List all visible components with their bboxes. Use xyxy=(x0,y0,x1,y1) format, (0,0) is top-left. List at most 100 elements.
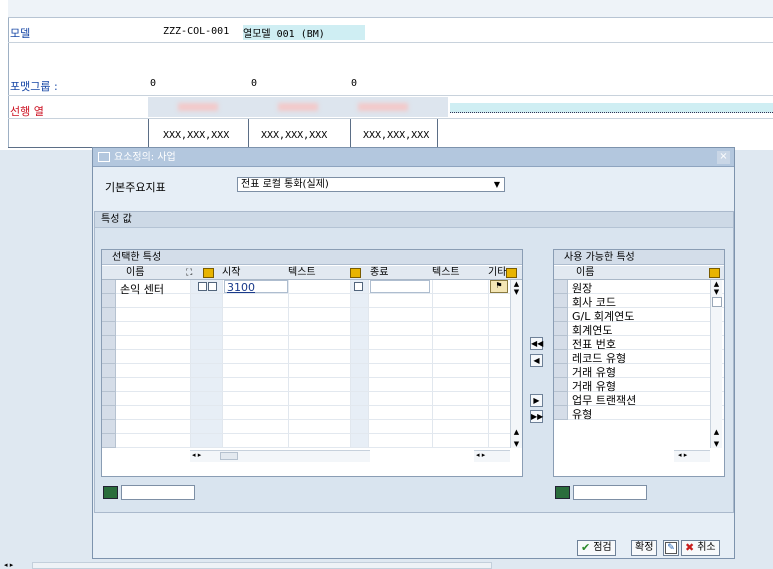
model-name: 열모델 001 (BM) xyxy=(243,25,365,40)
group-title: 특성 값 xyxy=(95,212,733,228)
from-value-input[interactable]: 3100 xyxy=(224,280,288,294)
list-item[interactable]: 거래 유형 xyxy=(554,378,724,393)
col-other[interactable]: 기타 xyxy=(488,266,506,280)
move-all-right-button[interactable]: ▶▶ xyxy=(530,410,543,423)
scroll-thumb[interactable] xyxy=(711,297,722,307)
selected-search-input[interactable] xyxy=(121,485,195,500)
available-scrollbar-v[interactable]: ▲ ▼ ▲ ▼ xyxy=(710,280,722,448)
kpi-select-value: 전표 로컬 통화(실제) xyxy=(241,179,329,190)
value-help-icon[interactable]: ⚑ xyxy=(490,280,508,293)
close-icon[interactable]: × xyxy=(717,151,730,164)
table-row[interactable] xyxy=(102,308,522,322)
selected-column-header: 이름 ⛶ 시작 텍스트 종료 텍스트 기타 xyxy=(102,266,522,280)
scroll-down-arrow[interactable]: ▼ xyxy=(711,440,722,448)
lead-column-label: 선행 열 xyxy=(10,105,44,118)
edit-icon: ✎ xyxy=(665,542,677,554)
report-top-strip xyxy=(8,0,773,18)
check-icon: ✔ xyxy=(581,541,591,554)
available-scrollbar-h[interactable]: ◂ ▸ xyxy=(674,450,710,462)
xxx-value-1: XXX,XXX,XXX xyxy=(163,130,230,141)
cancel-button[interactable]: ✖ 취소 xyxy=(681,540,720,556)
table-row[interactable] xyxy=(102,364,522,378)
col-from[interactable]: 시작 xyxy=(222,266,240,280)
kpi-label: 기본주요지표 xyxy=(105,181,166,194)
to-value-input[interactable] xyxy=(370,280,430,293)
list-item[interactable]: 거래 유형 xyxy=(554,364,724,379)
scroll-left-arrow[interactable]: ◂ ▸ xyxy=(192,451,201,459)
find-icon[interactable] xyxy=(555,486,570,499)
selected-characteristics-panel: 선택한 특성 이름 ⛶ 시작 텍스트 종료 텍스트 기타 손익 센터 3100 … xyxy=(101,249,523,477)
table-row[interactable] xyxy=(102,392,522,406)
confirm-button[interactable]: 확정 xyxy=(631,540,658,556)
divider xyxy=(8,95,773,96)
scroll-left-arrow[interactable]: ◂ ▸ xyxy=(476,451,485,459)
list-item[interactable]: 원장 xyxy=(554,280,724,295)
dialog-title: 요소정의: 사업 xyxy=(114,151,176,163)
scroll-down-arrow[interactable]: ▼ xyxy=(511,440,522,448)
scroll-up-arrow[interactable]: ▲ xyxy=(511,280,522,288)
hierarchy-icon[interactable]: ⛶ xyxy=(186,266,192,280)
scroll-left-arrow[interactable]: ◂ ▸ xyxy=(678,451,687,459)
list-item[interactable]: 회사 코드 xyxy=(554,294,724,309)
table-row[interactable] xyxy=(102,294,522,308)
scroll-left-arrow[interactable]: ◂ ▸ xyxy=(4,561,13,569)
scroll-up-arrow[interactable]: ▲ xyxy=(711,428,722,436)
chevron-down-icon: ▼ xyxy=(493,180,500,189)
selected-scrollbar-h2[interactable]: ◂ ▸ xyxy=(474,450,510,462)
col-to[interactable]: 종료 xyxy=(370,266,388,280)
list-item[interactable]: 레코드 유형 xyxy=(554,350,724,365)
scroll-thumb[interactable] xyxy=(220,452,238,460)
available-search-input[interactable] xyxy=(573,485,647,500)
move-right-button[interactable]: ▶ xyxy=(530,394,543,407)
list-item[interactable]: G/L 회계연도 xyxy=(554,308,724,323)
edit-button[interactable]: ✎ xyxy=(663,540,679,556)
report-background: 모델 ZZZ-COL-001 열모델 001 (BM) 포맷그룹 : 0 0 0… xyxy=(0,0,773,150)
table-row[interactable] xyxy=(102,434,522,448)
table-row[interactable] xyxy=(102,350,522,364)
kpi-select[interactable]: 전표 로컬 통화(실제) ▼ xyxy=(237,177,505,192)
bottom-scroll-track[interactable] xyxy=(32,562,492,569)
bottom-scroll-strip: ◂ ▸ xyxy=(0,561,773,569)
lead-column-dotted xyxy=(450,103,773,113)
find-icon[interactable] xyxy=(103,486,118,499)
column-settings-icon[interactable] xyxy=(709,268,720,278)
col-text-2[interactable]: 텍스트 xyxy=(432,266,460,280)
column-settings-icon[interactable] xyxy=(506,268,517,278)
format-group-value-1: 0 xyxy=(150,78,157,89)
table-row[interactable] xyxy=(102,406,522,420)
table-row[interactable] xyxy=(102,322,522,336)
row-selector[interactable] xyxy=(102,280,116,294)
check-button[interactable]: ✔ 점검 xyxy=(577,540,616,556)
to-variable-checkbox[interactable] xyxy=(354,282,363,291)
list-item[interactable]: 업무 트랜잭션 xyxy=(554,392,724,407)
dialog-titlebar: 요소정의: 사업 xyxy=(93,148,734,167)
close-icon: ✖ xyxy=(685,541,695,554)
format-group-value-3: 0 xyxy=(351,78,358,89)
list-item[interactable]: 유형 xyxy=(554,406,724,421)
selected-scrollbar-v[interactable]: ▲ ▼ ▲ ▼ xyxy=(510,280,522,448)
divider xyxy=(8,42,773,43)
table-row[interactable] xyxy=(102,336,522,350)
selected-scrollbar-h[interactable]: ◂ ▸ xyxy=(190,450,370,462)
col-text-1[interactable]: 텍스트 xyxy=(288,266,316,280)
hierarchy-checkbox[interactable] xyxy=(198,282,207,291)
table-row[interactable] xyxy=(102,420,522,434)
model-code: ZZZ-COL-001 xyxy=(163,26,230,37)
available-panel-title: 사용 가능한 특성 xyxy=(554,250,724,265)
table-row[interactable]: 손익 센터 3100 ⚑ xyxy=(102,280,522,296)
list-item[interactable]: 회계연도 xyxy=(554,322,724,337)
scroll-down-arrow[interactable]: ▼ xyxy=(711,288,722,296)
available-characteristics-panel: 사용 가능한 특성 이름 원장 회사 코드 G/L 회계연도 회계연도 전표 번… xyxy=(553,249,725,477)
col-name[interactable]: 이름 xyxy=(126,266,144,280)
col-name[interactable]: 이름 xyxy=(576,266,594,280)
move-left-button[interactable]: ◀ xyxy=(530,354,543,367)
scroll-up-arrow[interactable]: ▲ xyxy=(711,280,722,288)
scroll-down-arrow[interactable]: ▼ xyxy=(511,288,522,296)
table-row[interactable] xyxy=(102,378,522,392)
variable-icon[interactable] xyxy=(350,268,361,278)
list-item[interactable]: 전표 번호 xyxy=(554,336,724,351)
move-all-left-button[interactable]: ◀◀ xyxy=(530,337,543,350)
scroll-up-arrow[interactable]: ▲ xyxy=(511,428,522,436)
variable-icon[interactable] xyxy=(203,268,214,278)
variable-checkbox[interactable] xyxy=(208,282,217,291)
